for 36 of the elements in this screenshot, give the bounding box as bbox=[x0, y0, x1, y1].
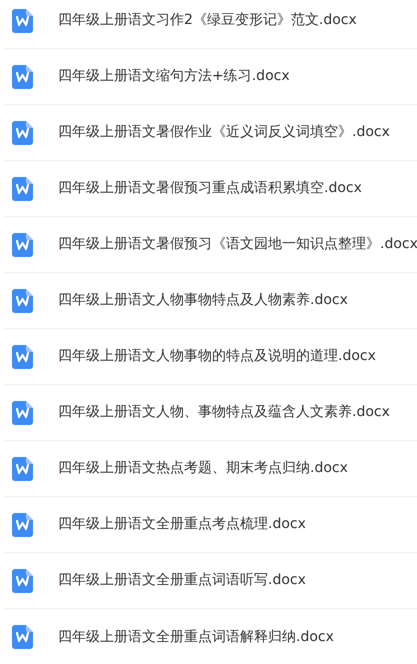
word-document-icon bbox=[12, 120, 33, 144]
file-row[interactable]: 四年级上册语文缩句方法+练习.docx bbox=[5, 49, 417, 105]
file-name: 四年级上册语文全册重点考点梳理.docx bbox=[58, 515, 306, 534]
file-name: 四年级上册语文人物事物的特点及说明的道理.docx bbox=[58, 347, 376, 366]
word-document-icon bbox=[12, 64, 33, 88]
file-name: 四年级上册语文全册重点词语解释归纳.docx bbox=[58, 628, 334, 646]
file-name: 四年级上册语文人物事物特点及人物素养.docx bbox=[58, 291, 348, 310]
word-document-icon bbox=[12, 400, 33, 424]
file-name: 四年级上册语文全册重点词语听写.docx bbox=[58, 571, 306, 590]
file-row[interactable]: 四年级上册语文暑假作业《近义词反义词填空》.docx bbox=[5, 105, 417, 161]
file-row[interactable]: 四年级上册语文热点考题、期末考点归纳.docx bbox=[5, 441, 417, 497]
word-document-icon bbox=[12, 344, 33, 368]
file-row[interactable]: 四年级上册语文暑假预习重点成语积累填空.docx bbox=[5, 161, 417, 217]
word-document-icon bbox=[12, 625, 33, 649]
word-document-icon bbox=[12, 288, 33, 312]
file-name: 四年级上册语文热点考题、期末考点归纳.docx bbox=[58, 459, 348, 478]
file-row[interactable]: 四年级上册语文习作2《绿豆变形记》范文.docx bbox=[5, 0, 417, 49]
file-row[interactable]: 四年级上册语文人物事物特点及人物素养.docx bbox=[5, 273, 417, 329]
file-row[interactable]: 四年级上册语文人物事物的特点及说明的道理.docx bbox=[5, 329, 417, 385]
file-name: 四年级上册语文暑假作业《近义词反义词填空》.docx bbox=[58, 123, 390, 142]
file-name: 四年级上册语文缩句方法+练习.docx bbox=[58, 67, 290, 86]
word-document-icon bbox=[12, 456, 33, 480]
word-document-icon bbox=[12, 232, 33, 256]
word-document-icon bbox=[12, 176, 33, 200]
word-document-icon bbox=[12, 8, 33, 32]
word-document-icon bbox=[12, 568, 33, 592]
file-name: 四年级上册语文习作2《绿豆变形记》范文.docx bbox=[58, 11, 357, 30]
file-name: 四年级上册语文人物、事物特点及蕴含人文素养.docx bbox=[58, 403, 390, 422]
file-row[interactable]: 四年级上册语文暑假预习《语文园地一知识点整理》.docx bbox=[5, 217, 417, 273]
file-row[interactable]: 四年级上册语文人物、事物特点及蕴含人文素养.docx bbox=[5, 385, 417, 441]
file-name: 四年级上册语文暑假预习《语文园地一知识点整理》.docx bbox=[58, 235, 417, 254]
file-row[interactable]: 四年级上册语文全册重点词语解释归纳.docx bbox=[5, 609, 417, 664]
file-row[interactable]: 四年级上册语文全册重点词语听写.docx bbox=[5, 553, 417, 609]
file-name: 四年级上册语文暑假预习重点成语积累填空.docx bbox=[58, 179, 362, 198]
file-row[interactable]: 四年级上册语文全册重点考点梳理.docx bbox=[5, 497, 417, 553]
word-document-icon bbox=[12, 512, 33, 536]
